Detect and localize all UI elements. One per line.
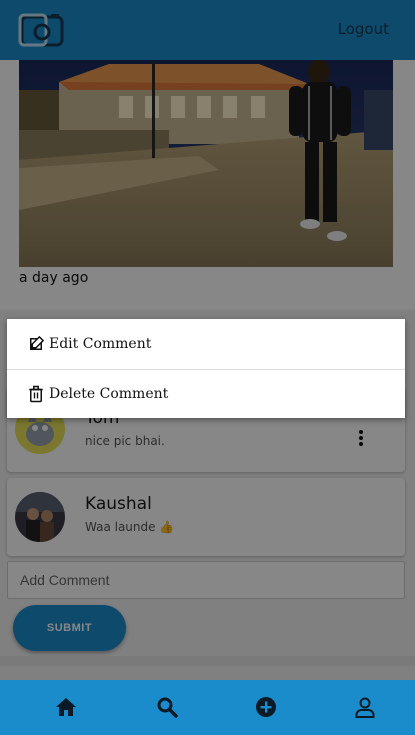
comment-context-menu: Edit Comment Delete Comment: [7, 319, 405, 418]
bottom-navigation: [0, 680, 415, 735]
search-icon[interactable]: [155, 695, 179, 719]
menu-item-label: Edit Comment: [49, 335, 152, 352]
trash-icon: [29, 385, 43, 403]
delete-comment-menu-item[interactable]: Delete Comment: [7, 369, 405, 418]
add-icon[interactable]: [254, 695, 278, 719]
edit-comment-menu-item[interactable]: Edit Comment: [7, 319, 405, 368]
edit-icon: [30, 335, 45, 350]
home-icon[interactable]: [54, 695, 78, 719]
menu-item-label: Delete Comment: [49, 386, 169, 402]
profile-icon[interactable]: [353, 695, 377, 719]
